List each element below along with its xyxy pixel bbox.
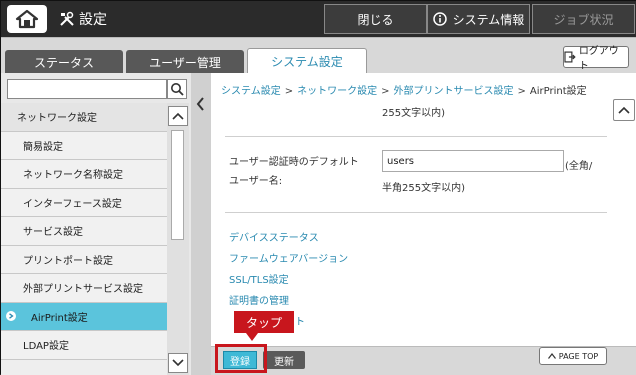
sidebar-scroll-down-button[interactable] bbox=[168, 353, 188, 373]
sidebar-item-airprint[interactable]: AirPrint設定 bbox=[1, 302, 167, 331]
logout-icon bbox=[564, 51, 576, 63]
breadcrumb: システム設定 > ネットワーク設定 > 外部プリントサービス設定 > AirPrint設定 bbox=[221, 82, 587, 97]
divider bbox=[225, 136, 607, 137]
page-title-area: 設定 bbox=[59, 9, 107, 29]
default-user-note-line2: 半角255文字以内) bbox=[382, 183, 465, 194]
logout-button[interactable]: ログアウト bbox=[563, 46, 629, 72]
chevron-right-icon bbox=[6, 311, 16, 322]
sidebar-item-easy-settings[interactable]: 簡易設定 bbox=[1, 131, 167, 160]
link-ssl-tls[interactable]: SSL/TLS設定 bbox=[229, 271, 289, 286]
sidebar-item-label: プリントポート設定 bbox=[23, 255, 113, 267]
page-top-label: PAGE TOP bbox=[558, 351, 599, 361]
home-button[interactable] bbox=[7, 5, 47, 33]
job-status-button[interactable]: ジョブ状況 bbox=[532, 4, 635, 34]
sidebar-scroll-thumb[interactable] bbox=[171, 130, 184, 240]
chevron-up-icon bbox=[172, 112, 184, 120]
tap-callout: タップ bbox=[234, 311, 294, 341]
breadcrumb-external-print[interactable]: 外部プリントサービス設定 bbox=[393, 86, 513, 97]
search-icon bbox=[171, 83, 184, 96]
link-firmware-version[interactable]: ファームウェアバージョン bbox=[229, 250, 348, 265]
link-certificate-management[interactable]: 証明書の管理 bbox=[229, 292, 289, 307]
update-label: 更新 bbox=[274, 356, 294, 368]
default-user-note-line1: (全角/ bbox=[565, 161, 593, 172]
system-info-label: システム情報 bbox=[452, 12, 525, 27]
logout-label: ログアウト bbox=[578, 46, 619, 72]
tab-bar: ステータス ユーザー管理 システム設定 ログアウト bbox=[1, 37, 636, 74]
close-label: 閉じる bbox=[357, 12, 394, 27]
job-status-label: ジョブ状況 bbox=[553, 12, 614, 27]
sidebar-item-label: LDAP設定 bbox=[23, 341, 69, 353]
tab-system-settings-label: システム設定 bbox=[271, 55, 343, 69]
system-info-button[interactable]: システム情報 bbox=[427, 4, 530, 34]
action-bar: 登録 更新 PAGE TOP bbox=[211, 346, 636, 375]
sidebar-item-label: 簡易設定 bbox=[23, 141, 63, 153]
sidebar-item-label: インターフェース設定 bbox=[23, 198, 122, 210]
sidebar-item-service[interactable]: サービス設定 bbox=[1, 217, 167, 246]
page-top-button[interactable]: PAGE TOP bbox=[539, 347, 607, 365]
breadcrumb-separator: > bbox=[284, 86, 294, 97]
breadcrumb-system-settings[interactable]: システム設定 bbox=[221, 86, 281, 97]
default-user-label-line1: ユーザー認証時のデフォルト bbox=[229, 157, 359, 168]
default-user-name-input[interactable]: users bbox=[382, 150, 564, 172]
sidebar-nav-list: ネットワーク設定 簡易設定 ネットワーク名称設定 インターフェース設定 サービス… bbox=[1, 103, 167, 375]
tab-system-settings[interactable]: システム設定 bbox=[247, 48, 367, 74]
default-user-label-line2: ユーザー名: bbox=[229, 176, 283, 187]
tools-icon bbox=[60, 11, 74, 26]
link-device-status[interactable]: デバイスステータス bbox=[229, 229, 319, 244]
default-user-name-value: users bbox=[387, 155, 415, 167]
top-note-text: 255文字以内) bbox=[382, 108, 445, 119]
sidebar-item-ldap[interactable]: LDAP設定 bbox=[1, 331, 167, 360]
sidebar-item-label: ネットワーク設定 bbox=[17, 113, 97, 125]
sidebar-item-label: AirPrint設定 bbox=[31, 312, 88, 324]
sidebar-scroll-up-button[interactable] bbox=[168, 106, 188, 126]
sidebar-item-print-port[interactable]: プリントポート設定 bbox=[1, 245, 167, 274]
breadcrumb-separator: > bbox=[517, 86, 526, 97]
chevron-down-icon bbox=[172, 359, 184, 367]
divider bbox=[225, 212, 607, 213]
sidebar-item-interface[interactable]: インターフェース設定 bbox=[1, 188, 167, 217]
tab-user-management[interactable]: ユーザー管理 bbox=[126, 50, 244, 74]
sidebar-item-label: サービス設定 bbox=[23, 227, 83, 239]
sidebar-search-input[interactable] bbox=[7, 79, 167, 99]
link-partial[interactable]: ト bbox=[295, 313, 305, 328]
close-button[interactable]: 閉じる bbox=[324, 4, 427, 34]
tab-status[interactable]: ステータス bbox=[5, 50, 123, 74]
page-title: 設定 bbox=[79, 12, 107, 28]
breadcrumb-current: AirPrint設定 bbox=[529, 86, 587, 97]
sidebar: ネットワーク設定 簡易設定 ネットワーク名称設定 インターフェース設定 サービス… bbox=[1, 73, 191, 375]
content-scroll-up-button[interactable] bbox=[613, 99, 635, 121]
chevron-left-icon bbox=[196, 97, 204, 111]
sidebar-item-label: ネットワーク名称設定 bbox=[23, 170, 123, 182]
sidebar-scrollbar[interactable] bbox=[167, 103, 189, 375]
tab-user-management-label: ユーザー管理 bbox=[149, 55, 221, 70]
sidebar-item-external-print[interactable]: 外部プリントサービス設定 bbox=[1, 274, 167, 303]
screen-frame: 設定 閉じる システム情報 ジョブ状況 ステータス ユーザー管理 システム設定 bbox=[0, 0, 636, 375]
sidebar-item-network-settings[interactable]: ネットワーク設定 bbox=[1, 103, 167, 132]
info-icon bbox=[432, 12, 447, 26]
sidebar-collapse-handle[interactable] bbox=[191, 73, 211, 375]
update-button[interactable]: 更新 bbox=[263, 351, 305, 369]
tap-callout-text: タップ bbox=[245, 315, 282, 330]
home-icon bbox=[15, 9, 39, 29]
breadcrumb-separator: > bbox=[381, 86, 390, 97]
tab-status-label: ステータス bbox=[33, 55, 94, 70]
sidebar-item-network-name[interactable]: ネットワーク名称設定 bbox=[1, 160, 167, 189]
breadcrumb-network-settings[interactable]: ネットワーク設定 bbox=[297, 86, 377, 97]
caret-up-icon bbox=[547, 353, 556, 359]
sidebar-search-button[interactable] bbox=[167, 79, 187, 99]
top-bar: 設定 閉じる システム情報 ジョブ状況 bbox=[1, 1, 636, 37]
tap-highlight-box bbox=[215, 344, 267, 373]
sidebar-item-label: 外部プリントサービス設定 bbox=[23, 284, 143, 296]
chevron-up-icon bbox=[618, 106, 630, 114]
